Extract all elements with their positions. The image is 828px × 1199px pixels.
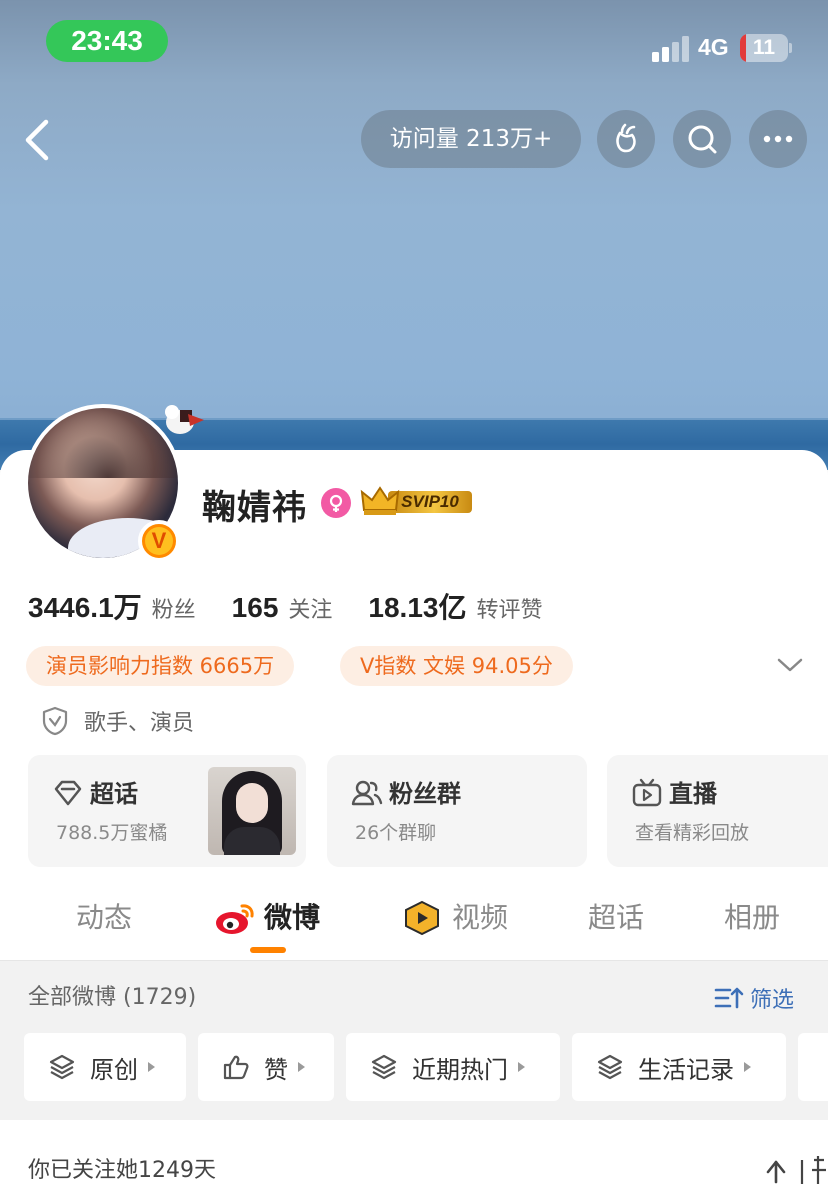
chip-recent-hot[interactable]: 近期热门 bbox=[346, 1033, 560, 1101]
chip-next-partial[interactable] bbox=[798, 1033, 828, 1101]
filter-button[interactable]: 筛选 bbox=[714, 980, 794, 1016]
chip-original-label: 原创 bbox=[90, 1055, 138, 1084]
fan-group-card[interactable]: 粉丝群 26个群聊 bbox=[327, 755, 587, 867]
chevron-down-icon[interactable] bbox=[776, 654, 804, 676]
supertopic-card[interactable]: 超话 788.5万蜜橘 bbox=[28, 755, 306, 867]
followers-count[interactable]: 3446.1万 bbox=[28, 586, 142, 626]
follow-days-text: 你已关注她1249天 bbox=[28, 1158, 216, 1183]
tab-album[interactable]: 相册 bbox=[724, 888, 780, 948]
status-time: 23:43 bbox=[46, 20, 168, 62]
divider bbox=[0, 960, 828, 961]
search-icon bbox=[688, 125, 717, 154]
back-arrow-icon[interactable] bbox=[18, 116, 58, 164]
visits-counter-button[interactable]: 访问量 213万+ bbox=[361, 110, 581, 168]
profile-name: 鞠婧祎 bbox=[202, 488, 307, 528]
diamond-icon bbox=[54, 780, 82, 806]
more-button[interactable] bbox=[749, 110, 807, 168]
follow-info-bar: 你已关注她1249天 bbox=[0, 1120, 828, 1199]
svip-badge[interactable]: SVIP10 bbox=[360, 484, 474, 518]
actor-influence-tag[interactable]: 演员影响力指数 6665万 bbox=[26, 646, 295, 686]
shield-check-icon bbox=[42, 706, 68, 736]
supertopic-subtitle: 788.5万蜜橘 bbox=[56, 822, 168, 844]
video-badge-icon bbox=[405, 900, 439, 936]
chip-original[interactable]: 原创 bbox=[24, 1033, 186, 1101]
filter-label: 筛选 bbox=[750, 988, 795, 1013]
active-tab-indicator bbox=[250, 947, 286, 953]
fan-group-title: 粉丝群 bbox=[389, 780, 461, 808]
following-count[interactable]: 165 bbox=[232, 592, 279, 624]
layers-icon bbox=[597, 1054, 623, 1080]
live-title: 直播 bbox=[669, 780, 717, 808]
filter-sort-icon bbox=[714, 987, 744, 1009]
more-dots-icon bbox=[763, 135, 793, 143]
following-label[interactable]: 关注 bbox=[288, 592, 332, 624]
interactions-count: 18.13亿 bbox=[368, 592, 467, 623]
people-icon bbox=[351, 780, 383, 806]
chip-liked[interactable]: 赞 bbox=[198, 1033, 334, 1101]
thumbs-up-icon bbox=[223, 1055, 249, 1080]
battery-level: 11 bbox=[752, 36, 776, 59]
battery-icon: 11 bbox=[740, 34, 792, 62]
role-row: 歌手、演员 bbox=[42, 704, 194, 738]
chip-arrow-icon bbox=[744, 1062, 751, 1072]
female-icon bbox=[321, 488, 351, 518]
fan-group-subtitle: 26个群聊 bbox=[355, 822, 437, 844]
network-type: 4G bbox=[698, 34, 729, 60]
profile-stats: 3446.1万 粉丝 165 关注 18.13亿 转评赞 bbox=[28, 586, 579, 626]
chip-recent-hot-label: 近期热门 bbox=[412, 1055, 508, 1084]
all-weibo-title: 全部微博 (1729) bbox=[28, 985, 197, 1010]
tv-icon bbox=[632, 778, 662, 807]
v-index-tag[interactable]: V指数 文娱 94.05分 bbox=[340, 646, 573, 686]
gift-button[interactable] bbox=[597, 110, 655, 168]
tab-video[interactable]: 视频 bbox=[452, 888, 508, 948]
interactions-label: 转评赞 bbox=[476, 598, 543, 623]
chip-life-record[interactable]: 生活记录 bbox=[572, 1033, 786, 1101]
role-text: 歌手、演员 bbox=[84, 711, 195, 736]
signal-icon bbox=[652, 36, 689, 62]
followers-label[interactable]: 粉丝 bbox=[152, 592, 196, 624]
live-subtitle: 查看精彩回放 bbox=[635, 822, 750, 844]
search-button[interactable] bbox=[673, 110, 731, 168]
cover-image[interactable] bbox=[0, 0, 828, 470]
carrot-gift-icon bbox=[616, 123, 636, 153]
tab-dynamic[interactable]: 动态 bbox=[76, 888, 132, 948]
verified-badge: V bbox=[138, 520, 180, 562]
chip-arrow-icon bbox=[518, 1062, 525, 1072]
chip-arrow-icon bbox=[298, 1062, 305, 1072]
chip-life-record-label: 生活记录 bbox=[638, 1055, 734, 1084]
live-card[interactable]: 直播 查看精彩回放 bbox=[607, 755, 828, 867]
svip-label: SVIP10 bbox=[388, 491, 472, 513]
chip-arrow-icon bbox=[148, 1062, 155, 1072]
supertopic-thumbnail bbox=[208, 767, 296, 855]
chip-liked-label: 赞 bbox=[264, 1055, 288, 1084]
layers-icon bbox=[49, 1054, 75, 1080]
pin-collapse-icon[interactable] bbox=[762, 1148, 828, 1188]
tab-supertopic[interactable]: 超话 bbox=[588, 888, 644, 948]
layers-icon bbox=[371, 1054, 397, 1080]
crown-icon bbox=[360, 486, 400, 515]
weibo-logo-icon bbox=[216, 904, 254, 934]
supertopic-title: 超话 bbox=[90, 780, 138, 808]
verified-v: V bbox=[145, 527, 173, 555]
tab-weibo[interactable]: 微博 bbox=[264, 888, 320, 948]
